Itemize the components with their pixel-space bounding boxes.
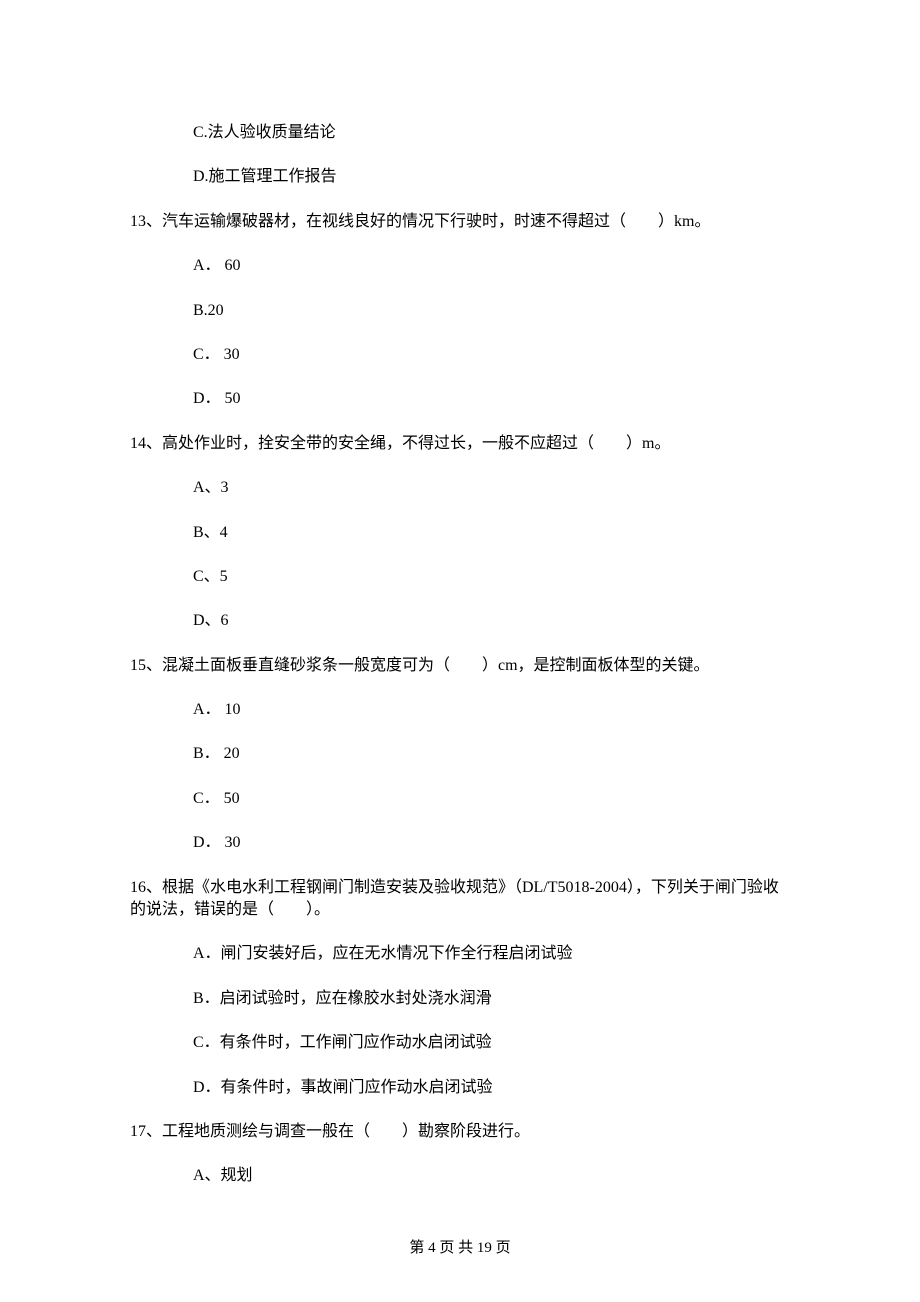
question-13: 13、汽车运输爆破器材，在视线良好的情况下行驶时，时速不得超过（ ）km。: [130, 211, 790, 233]
q13-option-c: C． 30: [193, 344, 790, 366]
q16-stem: 16、根据《水电水利工程钢闸门制造安装及验收规范》（DL/T5018-2004）…: [130, 877, 790, 922]
q16-option-b: B．启闭试验时，应在橡胶水封处浇水润滑: [193, 988, 790, 1010]
q15-option-a: A． 10: [193, 699, 790, 721]
q12-option-c: C.法人验收质量结论: [193, 122, 790, 144]
q13-option-d: D． 50: [193, 388, 790, 410]
q14-stem: 14、高处作业时，拴安全带的安全绳，不得过长，一般不应超过（ ）m。: [130, 433, 790, 455]
question-17: 17、工程地质测绘与调查一般在（ ）勘察阶段进行。: [130, 1121, 790, 1143]
q12-option-d: D.施工管理工作报告: [193, 166, 790, 188]
q14-option-b: B、4: [193, 522, 790, 544]
q14-option-d: D、6: [193, 610, 790, 632]
q17-option-a: A、规划: [193, 1165, 790, 1187]
q15-option-c: C． 50: [193, 788, 790, 810]
q14-option-c: C、5: [193, 566, 790, 588]
q16-option-a: A．闸门安装好后，应在无水情况下作全行程启闭试验: [193, 943, 790, 965]
q14-option-a: A、3: [193, 477, 790, 499]
q17-stem: 17、工程地质测绘与调查一般在（ ）勘察阶段进行。: [130, 1121, 790, 1143]
question-16: 16、根据《水电水利工程钢闸门制造安装及验收规范》（DL/T5018-2004）…: [130, 877, 790, 922]
q13-option-a: A． 60: [193, 255, 790, 277]
q13-option-b: B.20: [193, 300, 790, 322]
q15-stem: 15、混凝土面板垂直缝砂浆条一般宽度可为（ ）cm，是控制面板体型的关键。: [130, 655, 790, 677]
page-footer: 第 4 页 共 19 页: [0, 1238, 920, 1259]
q13-stem: 13、汽车运输爆破器材，在视线良好的情况下行驶时，时速不得超过（ ）km。: [130, 211, 790, 233]
question-14: 14、高处作业时，拴安全带的安全绳，不得过长，一般不应超过（ ）m。: [130, 433, 790, 455]
question-15: 15、混凝土面板垂直缝砂浆条一般宽度可为（ ）cm，是控制面板体型的关键。: [130, 655, 790, 677]
document-page: C.法人验收质量结论 D.施工管理工作报告 13、汽车运输爆破器材，在视线良好的…: [0, 0, 920, 1302]
q16-option-c: C．有条件时，工作闸门应作动水启闭试验: [193, 1032, 790, 1054]
q15-option-b: B． 20: [193, 743, 790, 765]
q15-option-d: D． 30: [193, 832, 790, 854]
q16-option-d: D．有条件时，事故闸门应作动水启闭试验: [193, 1077, 790, 1099]
